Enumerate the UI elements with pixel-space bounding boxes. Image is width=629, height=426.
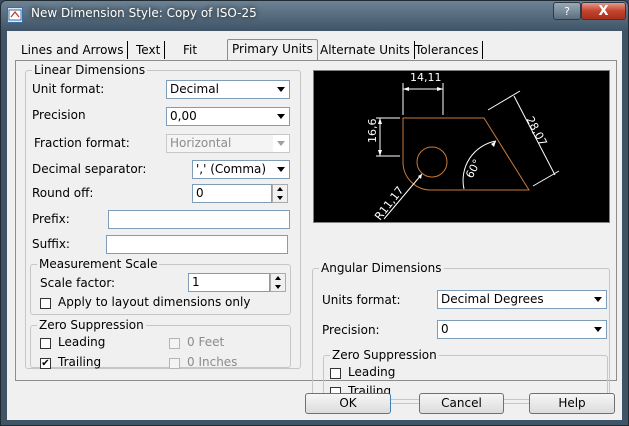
tab-text[interactable]: Text bbox=[132, 41, 166, 59]
prefix-label: Prefix: bbox=[32, 212, 70, 226]
unit-format-value: Decimal bbox=[170, 82, 219, 96]
chevron-down-icon bbox=[590, 291, 606, 308]
title-close-button[interactable]: X bbox=[581, 2, 626, 20]
angular-units-format-label: Units format: bbox=[322, 293, 401, 307]
decimal-separator-select[interactable]: ',' (Comma) bbox=[192, 160, 290, 179]
cancel-button[interactable]: Cancel bbox=[419, 393, 504, 414]
primary-units-panel: Linear Dimensions Unit format: Decimal P… bbox=[15, 60, 617, 404]
spin-down-icon bbox=[275, 285, 281, 289]
spin-up-icon bbox=[277, 187, 283, 191]
fraction-format-value: Horizontal bbox=[170, 136, 232, 150]
angular-units-format-value: Decimal Degrees bbox=[441, 292, 544, 306]
leading-checkbox[interactable] bbox=[40, 338, 51, 349]
round-off-input[interactable]: 0 bbox=[192, 184, 272, 203]
zero-feet-label: 0 Feet bbox=[187, 335, 225, 349]
spin-up-icon bbox=[275, 276, 281, 280]
dialog-client: Lines and Arrows Text Fit Primary Units … bbox=[7, 31, 622, 420]
trailing-checkbox[interactable]: ✔ bbox=[40, 358, 51, 369]
autocad-app-icon bbox=[7, 7, 23, 23]
ext-line-lower bbox=[532, 170, 560, 187]
chevron-down-icon bbox=[273, 108, 289, 125]
unit-format-select[interactable]: Decimal bbox=[166, 80, 290, 99]
tab-alternate-units[interactable]: Alternate Units bbox=[316, 41, 415, 59]
part-outline bbox=[402, 117, 530, 191]
measurement-scale-legend: Measurement Scale bbox=[37, 257, 160, 271]
dim-text-top: 14,11 bbox=[410, 71, 442, 84]
fraction-format-select[interactable]: Horizontal bbox=[166, 134, 290, 153]
dim-text-right: 28,07 bbox=[523, 114, 549, 148]
precision-label: Precision bbox=[32, 108, 86, 122]
angular-precision-value: 0 bbox=[441, 322, 449, 336]
preview-drawing: 14,11 16,6 28,07 60° R11,17 bbox=[366, 71, 560, 222]
tab-fit[interactable]: Fit bbox=[179, 41, 201, 59]
angular-dimensions-legend: Angular Dimensions bbox=[319, 261, 444, 275]
zero-feet-checkbox[interactable] bbox=[169, 338, 180, 349]
angular-leading-checkbox[interactable] bbox=[330, 368, 341, 379]
ext-line-upper bbox=[487, 90, 521, 111]
prefix-input[interactable] bbox=[108, 210, 290, 229]
suffix-label: Suffix: bbox=[32, 237, 70, 251]
dim-text-left: 16,6 bbox=[366, 119, 379, 144]
angular-leading-label: Leading bbox=[348, 365, 396, 379]
apply-layout-label: Apply to layout dimensions only bbox=[58, 295, 251, 309]
round-off-spinner[interactable] bbox=[272, 184, 288, 203]
part-hole bbox=[416, 146, 448, 178]
unit-format-label: Unit format: bbox=[32, 82, 105, 96]
title-help-button[interactable]: ? bbox=[553, 2, 581, 20]
tab-primary-units[interactable]: Primary Units bbox=[227, 39, 318, 60]
zero-suppression-linear-legend: Zero Suppression bbox=[37, 318, 146, 332]
chevron-down-icon bbox=[273, 161, 289, 178]
angular-precision-label: Precision: bbox=[322, 323, 380, 337]
fraction-format-label: Fraction format: bbox=[34, 136, 130, 150]
ok-button[interactable]: OK bbox=[305, 393, 391, 414]
spin-down-icon bbox=[277, 196, 283, 200]
chevron-down-icon bbox=[590, 321, 606, 338]
checkmark-icon: ✔ bbox=[41, 358, 50, 369]
window-title: New Dimension Style: Copy of ISO-25 bbox=[31, 6, 257, 20]
tab-lines-and-arrows[interactable]: Lines and Arrows bbox=[17, 41, 129, 59]
trailing-label: Trailing bbox=[58, 355, 102, 369]
suffix-input[interactable] bbox=[106, 235, 288, 254]
zero-inches-label: 0 Inches bbox=[187, 355, 238, 369]
decimal-separator-label: Decimal separator: bbox=[32, 162, 147, 176]
zero-inches-checkbox[interactable] bbox=[169, 358, 180, 369]
angular-units-format-select[interactable]: Decimal Degrees bbox=[437, 290, 607, 309]
title-bar[interactable]: New Dimension Style: Copy of ISO-25 ? X bbox=[1, 1, 628, 29]
angular-precision-select[interactable]: 0 bbox=[437, 320, 607, 339]
angular-dimensions-group: Angular Dimensions Units format: Decimal… bbox=[312, 261, 610, 404]
scale-factor-input[interactable]: 1 bbox=[188, 273, 270, 292]
zero-suppression-angular-legend: Zero Suppression bbox=[330, 348, 439, 362]
linear-dimensions-group: Linear Dimensions Unit format: Decimal P… bbox=[25, 63, 301, 369]
zero-suppression-linear-group: Zero Suppression Leading ✔ Trailing 0 Fe… bbox=[30, 318, 291, 369]
decimal-separator-value: ',' (Comma) bbox=[196, 162, 267, 176]
tab-tolerances[interactable]: Tolerances bbox=[411, 41, 484, 59]
measurement-scale-group: Measurement Scale Scale factor: 1 Apply … bbox=[30, 257, 291, 315]
apply-layout-checkbox[interactable] bbox=[40, 298, 51, 309]
linear-dimensions-legend: Linear Dimensions bbox=[32, 63, 148, 77]
leading-label: Leading bbox=[58, 335, 106, 349]
precision-value: 0,00 bbox=[170, 109, 197, 123]
scale-factor-spinner[interactable] bbox=[270, 273, 286, 292]
dimension-preview: 14,11 16,6 28,07 60° R11,17 bbox=[313, 70, 610, 223]
dim-text-radius: R11,17 bbox=[372, 184, 406, 222]
precision-select[interactable]: 0,00 bbox=[166, 107, 290, 126]
dim-text-angle: 60° bbox=[463, 157, 484, 180]
scale-factor-label: Scale factor: bbox=[40, 276, 116, 290]
round-off-label: Round off: bbox=[32, 186, 94, 200]
chevron-down-icon bbox=[273, 81, 289, 98]
chevron-down-icon bbox=[273, 135, 289, 152]
help-button[interactable]: Help bbox=[529, 393, 615, 414]
dialog-window: New Dimension Style: Copy of ISO-25 ? X … bbox=[0, 0, 629, 426]
